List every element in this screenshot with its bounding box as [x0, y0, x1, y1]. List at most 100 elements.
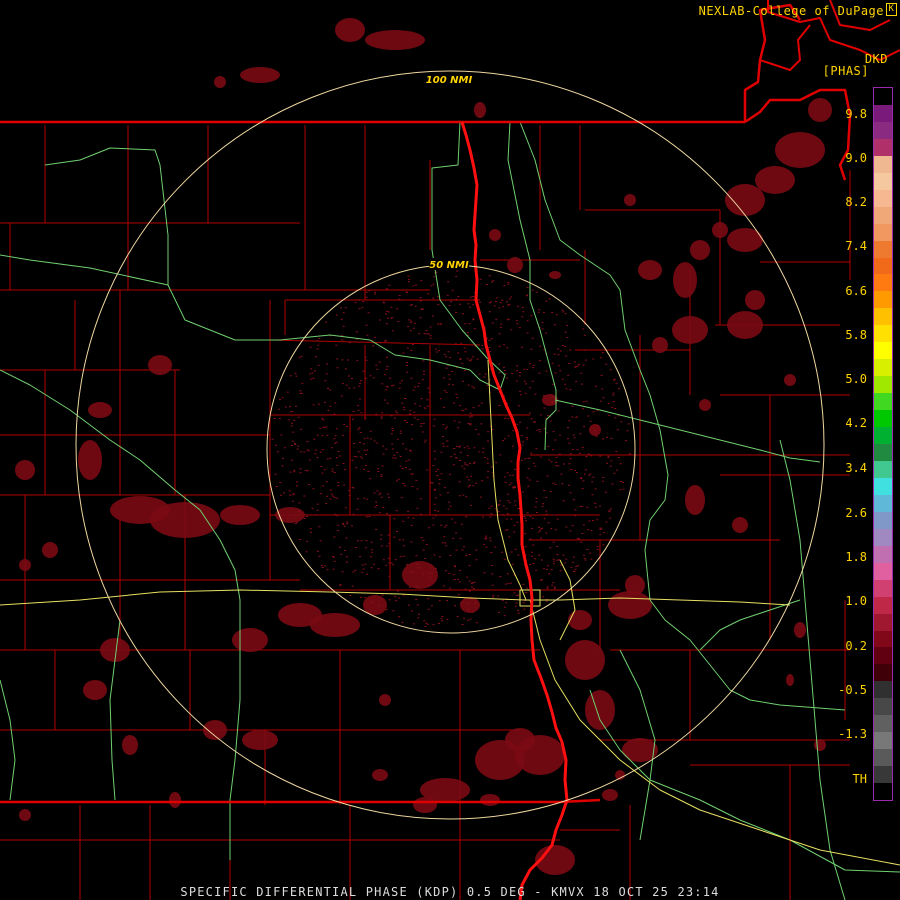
legend-swatch: [874, 342, 892, 360]
highway-line: [0, 679, 16, 801]
echo-blob: [480, 794, 500, 806]
legend-swatch: [874, 630, 892, 648]
legend-swatch: [874, 155, 892, 173]
legend-swatch: [874, 596, 892, 614]
echo-blob: [507, 257, 523, 273]
legend-tick-label: 9.0: [845, 151, 867, 165]
radar-echoes: [15, 18, 832, 875]
echo-blob: [775, 132, 825, 168]
echo-blob: [794, 622, 806, 638]
legend-swatch: [874, 104, 892, 122]
legend-swatch: [874, 274, 892, 292]
echo-blob: [379, 694, 391, 706]
radar-map: 100 NMI 50 NMI: [0, 0, 900, 900]
legend-swatch: [874, 240, 892, 258]
echo-blob: [474, 102, 486, 118]
legend-tick-label: -0.5: [838, 683, 867, 697]
legend-tick-label: 1.8: [845, 550, 867, 564]
echo-blob: [169, 792, 181, 808]
legend-swatch: [874, 138, 892, 156]
echo-blob: [568, 610, 592, 630]
state-line-south: [0, 798, 601, 804]
legend-swatch: [874, 613, 892, 631]
legend-tick-label: 1.0: [845, 594, 867, 608]
legend-tick-label: 5.0: [845, 372, 867, 386]
echo-blob: [808, 98, 832, 122]
echo-blob: [372, 769, 388, 781]
legend-swatch: [874, 189, 892, 207]
echo-blob: [310, 613, 360, 637]
echo-blob: [814, 739, 826, 751]
legend-swatch: [874, 528, 892, 546]
legend-swatch: [874, 698, 892, 716]
echo-blob: [232, 628, 268, 652]
echo-blob: [505, 728, 535, 752]
echo-blob: [732, 517, 748, 533]
legend-tick-label: 2.6: [845, 506, 867, 520]
echo-blob: [585, 690, 615, 730]
echo-blob: [625, 575, 645, 595]
echo-blob: [335, 18, 365, 42]
legend-tick-label: -1.3: [838, 727, 867, 741]
legend-swatch: [874, 664, 892, 682]
legend-swatch: [874, 325, 892, 343]
ring-label-100: 100 NMI: [426, 75, 473, 86]
echo-blob: [786, 674, 794, 686]
legend-swatch: [874, 681, 892, 699]
range-rings: 100 NMI 50 NMI: [75, 70, 825, 820]
river-line: [460, 121, 569, 900]
red-river: [460, 121, 569, 900]
echo-blob: [42, 542, 58, 558]
echo-blob: [148, 355, 172, 375]
echo-blob: [83, 680, 107, 700]
echo-blob: [712, 222, 728, 238]
highway-line: [44, 121, 506, 391]
legend-swatch: [874, 545, 892, 563]
legend-tick-label: 4.2: [845, 416, 867, 430]
units-label: [PHAS]: [822, 64, 869, 78]
echo-blob: [203, 720, 227, 740]
legend-tick-label: 8.2: [845, 195, 867, 209]
echo-blob: [638, 260, 662, 280]
range-ring-100: [75, 70, 825, 820]
legend-swatch: [874, 410, 892, 428]
echo-blob: [549, 271, 561, 279]
echo-blob: [460, 597, 480, 613]
legend-swatch: [874, 766, 892, 784]
legend-swatch: [874, 444, 892, 461]
range-ring-50: [266, 264, 636, 634]
echo-blob: [685, 485, 705, 515]
road-line: [0, 589, 791, 606]
k-icon: K: [886, 3, 897, 16]
legend-swatch: [874, 749, 892, 767]
legend-swatch: [874, 715, 892, 733]
legend-swatch: [874, 121, 892, 139]
legend-tick-label: 0.2: [845, 639, 867, 653]
legend-swatch: [874, 88, 892, 105]
echo-blob: [624, 194, 636, 206]
legend-swatch: [874, 562, 892, 580]
legend-swatch: [874, 291, 892, 309]
echo-blob: [608, 591, 652, 619]
echo-blob: [489, 229, 501, 241]
echo-blob: [19, 809, 31, 821]
legend-tick-label: 6.6: [845, 284, 867, 298]
echo-blob: [220, 505, 260, 525]
echo-blob: [784, 374, 796, 386]
echo-blob: [214, 76, 226, 88]
legend-swatch: [874, 783, 892, 801]
echo-blob: [690, 240, 710, 260]
legend-tick-label: 9.8: [845, 107, 867, 121]
legend-swatch: [874, 460, 892, 478]
echo-blob: [78, 440, 102, 480]
color-legend-bar: [873, 87, 893, 801]
highway-line: [0, 254, 169, 286]
legend-swatch: [874, 579, 892, 597]
legend-swatch: [874, 376, 892, 394]
legend-swatch: [874, 511, 892, 529]
echo-blob: [673, 262, 697, 298]
road-line: [487, 359, 527, 601]
echo-blob: [725, 184, 765, 216]
legend-swatch: [874, 223, 892, 241]
echo-blob: [589, 424, 601, 436]
